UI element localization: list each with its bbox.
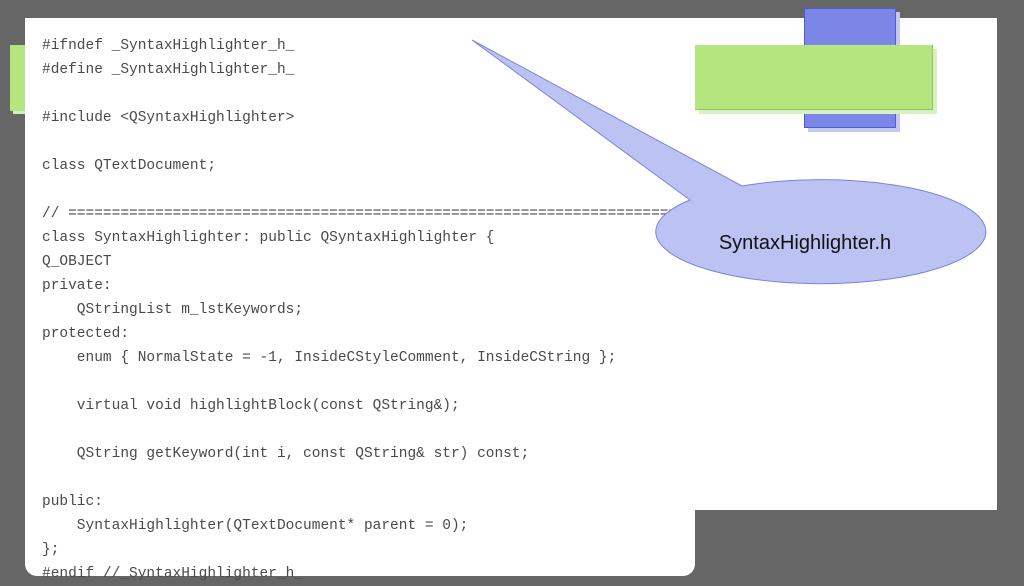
callout-bubble	[471, 39, 987, 285]
callout-label: SyntaxHighlighter.h	[718, 232, 892, 254]
